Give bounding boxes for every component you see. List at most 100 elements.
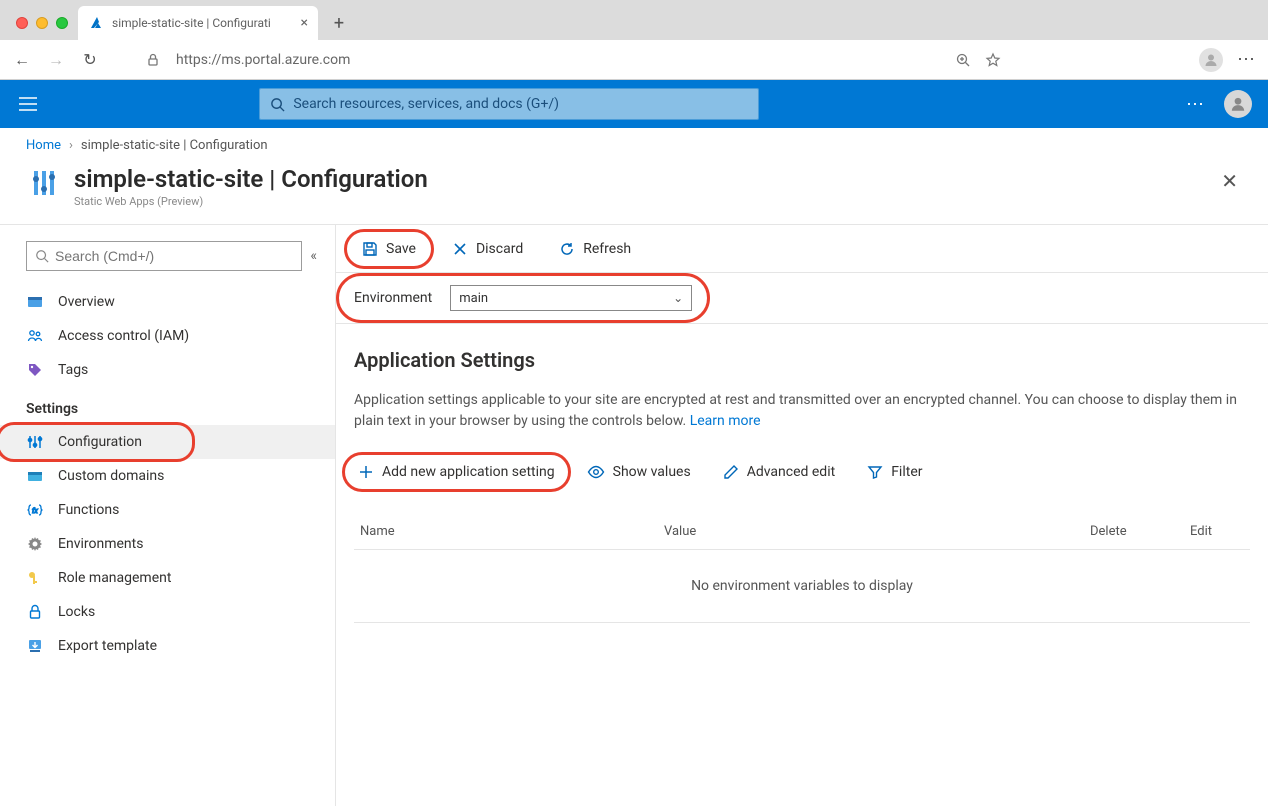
browser-menu[interactable]: ⋯ (1237, 49, 1256, 70)
page-subtitle: Static Web Apps (Preview) (74, 195, 428, 208)
gear-icon (26, 536, 44, 552)
nav-forward-button: → (46, 50, 66, 70)
sidebar-item-label: Export template (58, 638, 157, 654)
refresh-icon (559, 241, 575, 257)
col-delete: Delete (1090, 524, 1190, 539)
svg-text:fx: fx (32, 507, 38, 515)
resource-icon (26, 165, 62, 201)
sidebar-item-label: Overview (58, 294, 115, 310)
add-setting-label: Add new application setting (382, 464, 555, 480)
filter-icon (867, 464, 883, 480)
breadcrumb-current: simple-static-site | Configuration (81, 138, 268, 153)
sidebar-item-label: Environments (58, 536, 143, 552)
tag-icon (26, 362, 44, 378)
sidebar-item-locks[interactable]: Locks (0, 595, 335, 629)
global-search-placeholder: Search resources, services, and docs (G+… (293, 96, 559, 112)
sidebar-item-label: Configuration (58, 434, 142, 450)
filter-button[interactable]: Filter (863, 458, 926, 486)
sidebar-item-custom-domains[interactable]: Custom domains (0, 459, 335, 493)
sidebar-item-export-template[interactable]: Export template (0, 629, 335, 663)
refresh-button[interactable]: Refresh (551, 235, 639, 263)
advanced-edit-label: Advanced edit (747, 464, 835, 480)
favorite-icon[interactable] (985, 52, 1001, 68)
key-icon (26, 570, 44, 586)
environment-selected: main (459, 291, 488, 306)
function-icon: fx (26, 502, 44, 518)
save-button[interactable]: Save (354, 235, 424, 263)
nav-back-button[interactable]: ← (12, 50, 32, 70)
sidebar-item-access-control[interactable]: Access control (IAM) (0, 319, 335, 353)
address-bar[interactable]: https://ms.portal.azure.com (176, 52, 350, 68)
global-search-input[interactable]: Search resources, services, and docs (G+… (259, 88, 759, 120)
save-icon (362, 241, 378, 257)
section-heading: Application Settings (354, 348, 1250, 372)
refresh-label: Refresh (583, 241, 631, 257)
lock-icon (146, 53, 162, 67)
advanced-edit-button[interactable]: Advanced edit (719, 458, 839, 486)
col-name: Name (354, 524, 664, 539)
sidebar-item-functions[interactable]: fx Functions (0, 493, 335, 527)
sidebar-item-label: Custom domains (58, 468, 164, 484)
sidebar-search-input[interactable] (55, 248, 293, 264)
blade-close-button[interactable]: ✕ (1217, 165, 1242, 197)
show-values-button[interactable]: Show values (583, 458, 695, 486)
browser-tab[interactable]: simple-static-site | Configurati × (78, 6, 318, 40)
discard-button[interactable]: Discard (444, 235, 531, 263)
domain-icon (26, 468, 44, 484)
environment-label: Environment (354, 290, 432, 306)
sidebar-item-label: Role management (58, 570, 171, 586)
close-icon (452, 241, 468, 257)
window-minimize[interactable] (36, 17, 48, 29)
sidebar-search[interactable] (26, 241, 302, 271)
page-title: simple-static-site | Configuration (74, 165, 428, 193)
people-icon (26, 328, 44, 344)
sidebar-section-settings: Settings (0, 387, 335, 425)
save-label: Save (386, 241, 416, 257)
new-tab-button[interactable]: + (324, 8, 354, 38)
environment-select[interactable]: main ⌄ (450, 285, 692, 311)
table-empty-state: No environment variables to display (354, 550, 1250, 623)
filter-label: Filter (891, 464, 922, 480)
window-maximize[interactable] (56, 17, 68, 29)
sliders-icon (26, 434, 44, 450)
discard-label: Discard (476, 241, 523, 257)
window-controls[interactable] (10, 6, 78, 40)
overview-icon (26, 294, 44, 310)
learn-more-link[interactable]: Learn more (690, 413, 761, 429)
sidebar-item-label: Functions (58, 502, 119, 518)
browser-profile[interactable] (1199, 48, 1223, 72)
sidebar-item-label: Locks (58, 604, 95, 620)
sidebar-collapse-button[interactable]: « (310, 248, 317, 264)
chevron-right-icon: › (69, 138, 73, 153)
eye-icon (587, 464, 605, 480)
add-setting-button[interactable]: Add new application setting (354, 458, 559, 486)
sidebar-item-tags[interactable]: Tags (0, 353, 335, 387)
breadcrumb-home[interactable]: Home (26, 138, 61, 153)
sidebar-item-label: Tags (58, 362, 88, 378)
browser-tab-title: simple-static-site | Configurati (112, 16, 271, 30)
nav-refresh-button[interactable]: ↻ (80, 50, 100, 69)
plus-icon (358, 464, 374, 480)
lock-icon (26, 604, 44, 620)
tab-close-icon[interactable]: × (301, 15, 308, 31)
zoom-icon[interactable] (955, 52, 971, 68)
col-value: Value (664, 524, 1090, 539)
breadcrumb: Home › simple-static-site | Configuratio… (0, 128, 1268, 161)
topbar-more[interactable]: ⋯ (1186, 94, 1206, 115)
show-values-label: Show values (613, 464, 691, 480)
user-avatar[interactable] (1224, 90, 1252, 118)
sidebar-item-overview[interactable]: Overview (0, 285, 335, 319)
sidebar-item-role-management[interactable]: Role management (0, 561, 335, 595)
sidebar-item-environments[interactable]: Environments (0, 527, 335, 561)
sidebar-item-label: Access control (IAM) (58, 328, 189, 344)
sidebar-item-configuration[interactable]: Configuration (0, 425, 335, 459)
settings-table-header: Name Value Delete Edit (354, 514, 1250, 550)
azure-icon (88, 15, 104, 31)
download-icon (26, 638, 44, 654)
window-close[interactable] (16, 17, 28, 29)
portal-menu-button[interactable] (16, 92, 40, 116)
col-edit: Edit (1190, 524, 1250, 539)
chevron-down-icon: ⌄ (673, 291, 683, 305)
section-description: Application settings applicable to your … (354, 390, 1250, 432)
pencil-icon (723, 464, 739, 480)
